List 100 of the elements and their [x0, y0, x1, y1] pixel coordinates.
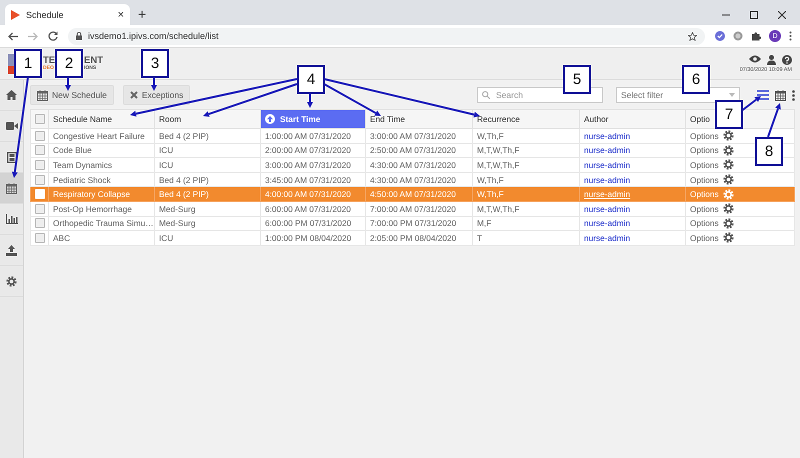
row-checkbox[interactable]: [35, 145, 45, 156]
table-cell: Bed 4 (2 PIP): [154, 128, 260, 144]
reload-icon[interactable]: [48, 31, 58, 41]
table-cell: 2:05:00 PM 08/04/2020: [366, 230, 472, 246]
calendar-icon: [775, 90, 786, 100]
table-cell: 3:00:00 AM 07/31/2020: [260, 158, 366, 172]
callout-number: 2: [55, 49, 83, 78]
row-checkbox[interactable]: [35, 204, 45, 214]
table-cell: M,T,W,Th,F: [472, 201, 580, 216]
table-cell: M,T,W,Th,F: [472, 158, 580, 172]
table-cell: ICU: [154, 158, 260, 172]
more-icon[interactable]: [792, 90, 795, 100]
row-checkbox[interactable]: [35, 232, 45, 243]
table-cell: Bed 4 (2 PIP): [154, 186, 260, 202]
column-header[interactable]: Start Time: [260, 110, 366, 128]
column-header[interactable]: Room: [159, 114, 182, 124]
settings-icon: [6, 276, 17, 286]
new-tab-button[interactable]: +: [138, 6, 146, 22]
table-cell: 2:50:00 AM 07/31/2020: [366, 143, 472, 158]
row-checkbox[interactable]: [35, 130, 45, 141]
logo-text: TE: [43, 56, 55, 66]
callout-number: 8: [755, 137, 783, 166]
table-cell: Team Dynamics: [48, 158, 154, 172]
table-cell: Med-Surg: [154, 216, 260, 231]
eye-icon[interactable]: [749, 54, 761, 62]
callout-number: 5: [563, 65, 591, 94]
row-checkbox[interactable]: [35, 174, 45, 185]
settings-icon: [722, 218, 734, 229]
exceptions-button[interactable]: Exceptions: [122, 85, 190, 105]
table-cell: 4:30:00 AM 07/31/2020: [366, 158, 472, 172]
menu-icon[interactable]: [789, 31, 792, 41]
select-all-checkbox[interactable]: [35, 114, 45, 124]
annotation-arrow: [65, 77, 71, 91]
options-label[interactable]: Options: [690, 218, 719, 228]
settings-icon: [722, 130, 734, 142]
sort-up-icon: [265, 114, 275, 124]
help-icon[interactable]: [782, 54, 792, 64]
table-row[interactable]: ABC ICU 1:00:00 PM 08/04/2020 2:05:00 PM 08/04/2020 T nurse-admin Options: [30, 230, 794, 246]
annotation-arrow: [767, 103, 781, 138]
options-label[interactable]: Options: [690, 145, 719, 156]
url-text: ivsdemo1.ipivs.com/schedule/list: [88, 31, 219, 41]
puzzle-icon[interactable]: [751, 31, 761, 41]
table-cell: Orthopedic Trauma Simu…: [48, 216, 154, 231]
table-cell: ABC: [48, 230, 154, 246]
back-icon[interactable]: [8, 32, 18, 40]
options-label[interactable]: Options: [690, 204, 719, 214]
check-badge-icon[interactable]: [715, 31, 725, 41]
table-cell: M,T,W,Th,F: [472, 143, 580, 158]
table-cell: W,Th,F: [472, 128, 580, 144]
column-header[interactable]: End Time: [370, 114, 406, 124]
table-cell: ICU: [154, 230, 260, 246]
new-schedule-button[interactable]: New Schedule: [30, 85, 114, 105]
user-icon[interactable]: [767, 54, 776, 64]
table-cell: Respiratory Collapse: [48, 186, 154, 202]
table-cell: 4:00:00 AM 07/31/2020: [260, 186, 366, 202]
options-label[interactable]: Options: [690, 232, 719, 243]
table-cell: 7:00:00 PM 07/31/2020: [366, 216, 472, 231]
column-header[interactable]: Author: [584, 114, 608, 124]
column-label: Start Time: [280, 114, 320, 124]
table-cell: ICU: [154, 143, 260, 158]
tab-close-button[interactable]: ×: [118, 8, 124, 20]
row-checkbox[interactable]: [35, 218, 45, 228]
row-checkbox[interactable]: [35, 160, 45, 170]
settings-icon: [722, 144, 734, 156]
callout-number: 4: [297, 65, 325, 94]
column-header[interactable]: Optio: [690, 114, 710, 124]
options-label[interactable]: Options: [690, 174, 719, 185]
table-cell: 2:00:00 AM 07/31/2020: [260, 143, 366, 158]
settings-icon: [722, 174, 734, 186]
settings-icon: [722, 203, 734, 214]
upload-icon: [6, 244, 17, 256]
table-cell: 7:00:00 AM 07/31/2020: [366, 201, 472, 216]
settings-icon: [722, 159, 734, 170]
table-cell: 3:00:00 AM 07/31/2020: [366, 128, 472, 144]
home-icon: [6, 90, 17, 100]
table-row[interactable]: Post-Op Hemorrhage Med-Surg 6:00:00 AM 07/31/2020 7:00:00 AM 07/31/2020 M,T,W,Th,F nurse-admin Options: [30, 201, 794, 216]
lock-icon: [76, 32, 82, 40]
table-cell: W,Th,F: [472, 186, 580, 202]
options-label[interactable]: Options: [690, 160, 719, 170]
table-cell: Med-Surg: [154, 201, 260, 216]
table-cell: T: [472, 230, 580, 246]
table-cell: 1:00:00 AM 07/31/2020: [260, 128, 366, 144]
close-icon[interactable]: [778, 11, 786, 19]
calendar-icon: [37, 90, 48, 100]
maximize-icon[interactable]: [750, 11, 758, 19]
table-row[interactable]: Orthopedic Trauma Simu… Med-Surg 6:00:00 PM 07/31/2020 7:00:00 PM 07/31/2020 M,F nurse-admin Options: [30, 216, 794, 231]
table-cell: Congestive Heart Failure: [48, 128, 154, 144]
address-bar[interactable]: ivsdemo1.ipivs.com/schedule/list: [68, 28, 705, 44]
browser-tab[interactable]: Schedule ×: [5, 4, 130, 25]
sidebar-item[interactable]: [0, 173, 23, 204]
tab-title: Schedule: [26, 10, 65, 20]
table-cell: Code Blue: [48, 143, 154, 158]
options-label[interactable]: Options: [690, 130, 719, 141]
annotation-arrow: [307, 93, 313, 108]
table-cell: 6:00:00 PM 07/31/2020: [260, 216, 366, 231]
film-icon: [6, 152, 16, 162]
list-icon[interactable]: [757, 90, 769, 100]
star-icon[interactable]: [688, 32, 697, 40]
table-cell: 1:00:00 PM 08/04/2020: [260, 230, 366, 246]
close-icon: [130, 91, 138, 99]
